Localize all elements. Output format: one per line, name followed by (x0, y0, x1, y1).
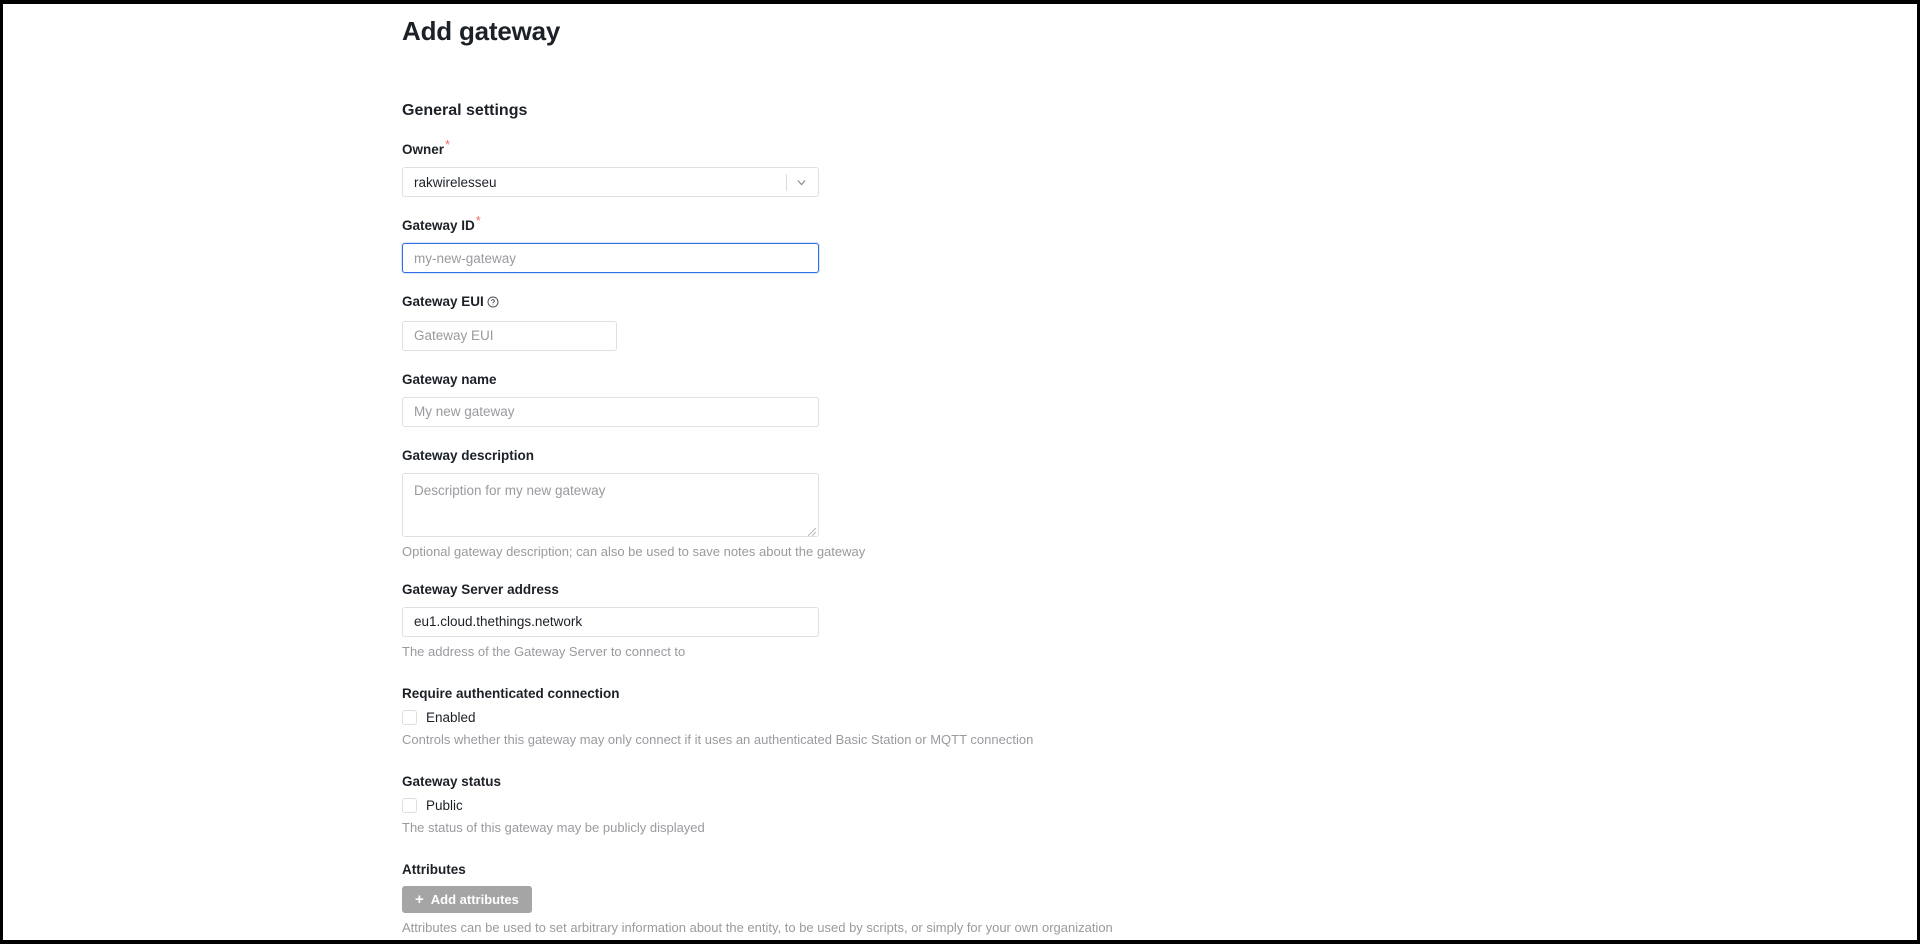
gateway-description-wrap (402, 472, 819, 537)
help-text-gateway-status: The status of this gateway may be public… (402, 820, 705, 836)
field-gateway-server-address: Gateway Server address The address of th… (402, 581, 1502, 661)
field-label-gateway-eui-text: Gateway EUI (402, 294, 484, 310)
add-gateway-form: Add gateway General settings Owner* rakw… (402, 4, 1502, 938)
field-attributes: Attributes + Add attributes Attributes c… (402, 862, 1502, 937)
field-label-gateway-server-address: Gateway Server address (402, 581, 559, 597)
field-gateway-id: Gateway ID* (402, 214, 1502, 274)
gateway-name-input[interactable] (402, 396, 819, 427)
field-label-gateway-eui: Gateway EUI (402, 293, 1502, 314)
owner-select-value: rakwirelesseu (414, 174, 497, 190)
enabled-checkbox[interactable] (402, 710, 417, 726)
select-divider (786, 173, 787, 191)
required-marker-gateway-id: * (475, 212, 481, 228)
page-title: Add gateway (402, 16, 561, 46)
field-gateway-description: Gateway description Optional gateway des… (402, 447, 1502, 561)
public-checkbox-label[interactable]: Public (426, 798, 463, 813)
field-label-owner-text: Owner (402, 142, 445, 158)
field-gateway-status: Gateway status Public The status of this… (402, 774, 1502, 837)
help-text-gateway-description: Optional gateway description; can also b… (402, 543, 866, 559)
checkbox-row-public[interactable]: Public (402, 798, 1502, 814)
field-label-gateway-description: Gateway description (402, 447, 535, 463)
plus-icon: + (415, 890, 424, 908)
group-label-require-authenticated-connection: Require authenticated connection (402, 686, 620, 702)
question-circle-icon[interactable] (487, 295, 499, 314)
public-checkbox[interactable] (402, 798, 417, 814)
required-marker-owner: * (445, 136, 451, 152)
group-label-attributes: Attributes (402, 862, 466, 878)
group-label-gateway-status: Gateway status (402, 774, 502, 790)
field-require-authenticated-connection: Require authenticated connection Enabled… (402, 686, 1502, 749)
owner-select[interactable]: rakwirelesseu (402, 167, 819, 198)
help-text-gateway-server-address: The address of the Gateway Server to con… (402, 643, 686, 659)
add-attributes-button-label: Add attributes (430, 892, 519, 908)
field-label-gateway-name: Gateway name (402, 371, 497, 387)
help-text-require-authenticated-connection: Controls whether this gateway may only c… (402, 732, 1034, 748)
app-page: Add gateway General settings Owner* rakw… (3, 4, 1917, 940)
add-attributes-button[interactable]: + Add attributes (402, 886, 532, 914)
help-text-attributes: Attributes can be used to set arbitrary … (402, 920, 1113, 936)
section-title-general-settings: General settings (402, 101, 528, 119)
gateway-eui-input[interactable] (402, 320, 617, 351)
field-owner: Owner* rakwirelesseu (402, 138, 1502, 198)
enabled-checkbox-label[interactable]: Enabled (426, 710, 476, 725)
field-label-gateway-id-text: Gateway ID (402, 218, 475, 234)
field-label-owner: Owner* (402, 138, 1502, 160)
gateway-server-address-input[interactable] (402, 606, 819, 637)
field-label-gateway-id: Gateway ID* (402, 214, 1502, 236)
field-gateway-eui: Gateway EUI (402, 293, 1502, 351)
field-gateway-name: Gateway name (402, 371, 1502, 427)
checkbox-row-enabled[interactable]: Enabled (402, 710, 1502, 726)
gateway-id-input[interactable] (402, 243, 819, 274)
chevron-down-icon[interactable] (795, 176, 808, 189)
gateway-description-textarea[interactable] (402, 472, 819, 537)
